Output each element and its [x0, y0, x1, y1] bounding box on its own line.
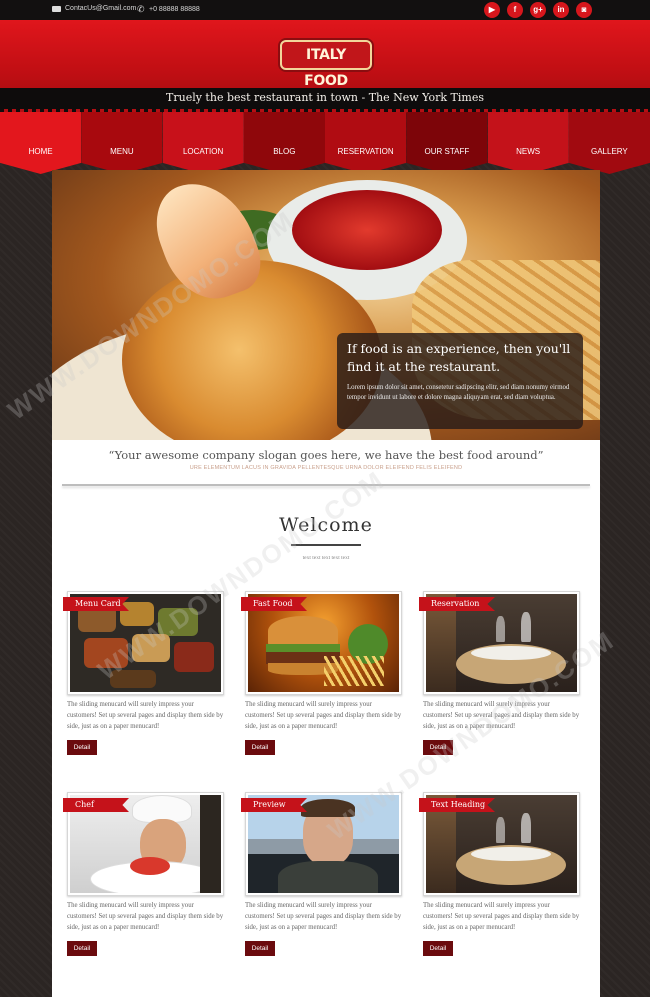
contact-email[interactable]: ContacUs@Gmail.com [52, 5, 136, 12]
social-links: ▶ f g+ in ◙ [484, 2, 592, 18]
nav-item-blog[interactable]: BLOG [243, 112, 325, 174]
mail-icon [52, 5, 61, 12]
nav-item-news[interactable]: NEWS [487, 112, 569, 174]
hero-heading: If food is an experience, then you'll fi… [347, 341, 571, 374]
main-content: “Your awesome company slogan goes here, … [52, 440, 600, 997]
hero-banner: If food is an experience, then you'll fi… [52, 170, 600, 440]
card-ribbon: Text Heading [419, 798, 495, 812]
card-ribbon: Chef [63, 798, 129, 812]
hero-sauce [292, 190, 442, 270]
card-text: The sliding menucard will surely impress… [245, 701, 402, 730]
nav-item-location[interactable]: LOCATION [162, 112, 244, 174]
slogan-subtext: URE ELEMENTUM LACUS IN GRAVIDA PELLENTES… [189, 465, 463, 471]
detail-button[interactable]: Detail [423, 740, 453, 755]
google-plus-icon[interactable]: g+ [530, 2, 546, 18]
card-reservation: Reservation The sliding menucard will su… [419, 591, 580, 755]
detail-button[interactable]: Detail [67, 740, 97, 755]
card-text: The sliding menucard will surely impress… [423, 701, 580, 730]
detail-button[interactable]: Detail [245, 740, 275, 755]
welcome-title: Welcome [279, 514, 373, 536]
card-menu-card: Menu Card The sliding menucard will sure… [63, 591, 224, 755]
card-text: The sliding menucard will surely impress… [67, 902, 224, 931]
nav-item-home[interactable]: HOME [0, 112, 82, 174]
tagline: Truely the best restaurant in town - The… [0, 88, 650, 113]
card-preview: Preview The sliding menucard will surely… [241, 792, 402, 956]
card-chef: Chef The sliding menucard will surely im… [63, 792, 224, 956]
detail-button[interactable]: Detail [245, 941, 275, 956]
card-text: The sliding menucard will surely impress… [423, 902, 580, 931]
nav-item-our-staff[interactable]: OUR STAFF [406, 112, 488, 174]
email-text[interactable]: ContacUs@Gmail.com [65, 5, 136, 12]
card-text: The sliding menucard will surely impress… [245, 902, 402, 931]
detail-button[interactable]: Detail [423, 941, 453, 956]
card-fast-food: Fast Food The sliding menucard will sure… [241, 591, 402, 755]
card-text-heading: Text Heading The sliding menucard will s… [419, 792, 580, 956]
slogan-divider [62, 484, 590, 486]
top-bar: ContacUs@Gmail.com ✆ +0 88888 88888 ▶ f … [0, 0, 650, 20]
instagram-icon[interactable]: ◙ [576, 2, 592, 18]
card-ribbon: Fast Food [241, 597, 307, 611]
company-slogan: “Your awesome company slogan goes here, … [108, 448, 544, 462]
detail-button[interactable]: Detail [67, 941, 97, 956]
phone-icon: ✆ [137, 4, 145, 14]
nav-item-reservation[interactable]: RESERVATION [325, 112, 407, 174]
contact-phone: ✆ +0 88888 88888 [137, 4, 200, 14]
card-ribbon: Preview [241, 798, 307, 812]
welcome-underline [291, 544, 361, 546]
nav-item-gallery[interactable]: GALLERY [568, 112, 650, 174]
hero-caption: If food is an experience, then you'll fi… [337, 333, 583, 429]
linkedin-icon[interactable]: in [553, 2, 569, 18]
header: ITALY FOOD [0, 20, 650, 89]
youtube-icon[interactable]: ▶ [484, 2, 500, 18]
card-ribbon: Menu Card [63, 597, 129, 611]
phone-text: +0 88888 88888 [149, 5, 200, 13]
nav-item-menu[interactable]: MENU [81, 112, 163, 174]
hero-body: Lorem ipsum dolor sit amet, consetetur s… [347, 384, 570, 401]
card-ribbon: Reservation [419, 597, 495, 611]
logo[interactable]: ITALY FOOD [280, 40, 372, 89]
card-text: The sliding menucard will surely impress… [67, 701, 224, 730]
welcome-subtext: text text text text text [302, 555, 350, 561]
facebook-icon[interactable]: f [507, 2, 523, 18]
